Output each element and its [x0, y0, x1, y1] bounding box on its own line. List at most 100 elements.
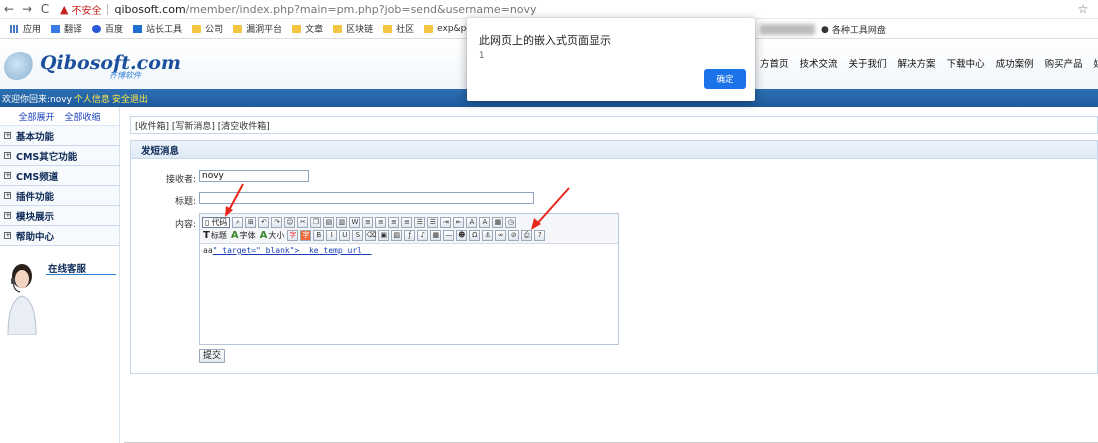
bookmark-folder-community[interactable]: 社区: [383, 22, 414, 35]
warning-icon: ▲: [60, 2, 69, 16]
nav-solutions[interactable]: 解决方案: [898, 56, 936, 70]
bookmark-apps[interactable]: 应用: [10, 22, 41, 35]
fullscreen-icon[interactable]: ⊞: [245, 217, 257, 228]
bookmark-folder-blockchain[interactable]: 区块链: [333, 22, 373, 35]
superscript-icon[interactable]: A: [479, 217, 491, 228]
media-icon[interactable]: ♪: [417, 230, 429, 241]
bookmark-webmaster[interactable]: 站长工具: [133, 22, 182, 35]
address-bar[interactable]: ▲ 不安全 qibosoft.com /member/index.php?mai…: [60, 1, 1074, 18]
emoticon-icon[interactable]: ☺: [284, 217, 296, 228]
nav-buy[interactable]: 购买产品: [1045, 56, 1083, 70]
anchor-icon[interactable]: ⚓: [482, 230, 494, 241]
editor-toolbar-row-1: ▯ 代码 ⌕ ⊞ ↶ ↷ ☺ ✂ ❐ ▤ ▥ W ≡ ≡ ≡ ≡ ☰ ☰ ⇥ ⇤ …: [202, 217, 517, 228]
indent-icon[interactable]: ⇥: [440, 217, 452, 228]
support-title: 在线客服: [48, 264, 87, 275]
bookmark-folder-articles[interactable]: 文章: [292, 22, 323, 35]
rich-text-editor: ▯ 代码 ⌕ ⊞ ↶ ↷ ☺ ✂ ❐ ▤ ▥ W ≡ ≡ ≡ ≡ ☰ ☰ ⇥ ⇤ …: [199, 213, 619, 345]
font-icon: A: [230, 230, 239, 241]
editor-content[interactable]: aa" target="_blank">__ke_temp_url__: [200, 244, 618, 257]
support-agent-avatar[interactable]: [4, 260, 40, 335]
folder-icon: [233, 24, 243, 33]
link-icon[interactable]: ∞: [495, 230, 507, 241]
paste-icon[interactable]: ▤: [323, 217, 335, 228]
remove-format-icon[interactable]: ⌫: [365, 230, 377, 241]
site-logo-subtitle: 齐博软件: [109, 71, 141, 80]
bookmark-folder-vuln[interactable]: 漏洞平台: [233, 22, 282, 35]
hr-icon[interactable]: —: [443, 230, 455, 241]
bookmark-translate[interactable]: 翻译: [51, 22, 82, 35]
sidebar-item-help[interactable]: + 帮助中心: [0, 226, 119, 246]
translate-icon: [51, 24, 61, 33]
bookmark-tools-drive[interactable]: ● 各种工具网盘: [821, 23, 886, 37]
code-button[interactable]: ▯ 代码: [202, 217, 231, 228]
recipient-input[interactable]: novy: [199, 170, 309, 182]
sidebar-item-modules[interactable]: + 模块展示: [0, 206, 119, 226]
align-right-icon[interactable]: ≡: [388, 217, 400, 228]
sidebar-item-cms-channel[interactable]: + CMS频道: [0, 166, 119, 186]
unordered-list-icon[interactable]: ☰: [427, 217, 439, 228]
expand-all-link[interactable]: 全部展开: [18, 110, 54, 123]
time-icon[interactable]: ◷: [505, 217, 517, 228]
editor-link-text: " target="_blank">__ke_temp_url__: [212, 246, 372, 255]
top-nav: 方首页 技术交流 关于我们 解决方案 下载中心 成功案例 购买产品 媒体: [760, 56, 1098, 70]
italic-icon[interactable]: I: [326, 230, 338, 241]
preview-icon[interactable]: ⌕: [232, 217, 244, 228]
select-all-icon[interactable]: ▣: [378, 230, 390, 241]
flash-icon[interactable]: ƒ: [404, 230, 416, 241]
nav-media[interactable]: 媒体: [1094, 56, 1098, 70]
align-center-icon[interactable]: ≡: [375, 217, 387, 228]
sidebar-item-cms-other[interactable]: + CMS其它功能: [0, 146, 119, 166]
reload-icon[interactable]: C: [36, 0, 54, 18]
subscript-icon[interactable]: A: [466, 217, 478, 228]
sidebar-item-basic[interactable]: + 基本功能: [0, 126, 119, 146]
font-button[interactable]: A 字体: [230, 230, 257, 241]
align-justify-icon[interactable]: ≡: [401, 217, 413, 228]
strikethrough-icon[interactable]: S: [352, 230, 364, 241]
underline-icon[interactable]: U: [339, 230, 351, 241]
github-icon: ●: [821, 24, 829, 35]
size-button[interactable]: A 大小: [259, 230, 286, 241]
blurred-bookmark: [760, 24, 815, 35]
ordered-list-icon[interactable]: ☰: [414, 217, 426, 228]
sidebar-item-plugins[interactable]: + 插件功能: [0, 186, 119, 206]
nav-home[interactable]: 方首页: [760, 56, 789, 70]
image-icon[interactable]: ▨: [391, 230, 403, 241]
text-color-icon[interactable]: 字: [287, 230, 299, 241]
emoji-icon[interactable]: ☻: [456, 230, 468, 241]
nav-cases[interactable]: 成功案例: [996, 56, 1034, 70]
cut-icon[interactable]: ✂: [297, 217, 309, 228]
table-icon[interactable]: ▦: [430, 230, 442, 241]
back-icon[interactable]: ←: [0, 0, 18, 18]
logout-link[interactable]: 安全退出: [112, 92, 148, 105]
title-button[interactable]: T 标题: [202, 230, 228, 241]
bold-icon[interactable]: B: [313, 230, 325, 241]
outdent-icon[interactable]: ⇤: [453, 217, 465, 228]
paste-text-icon[interactable]: ▥: [336, 217, 348, 228]
dialog-ok-button[interactable]: 确定: [704, 69, 746, 89]
nav-download[interactable]: 下载中心: [947, 56, 985, 70]
webmaster-tool-icon: [133, 24, 143, 33]
nav-tech[interactable]: 技术交流: [800, 56, 838, 70]
paste-word-icon[interactable]: W: [349, 217, 361, 228]
forward-icon[interactable]: →: [18, 0, 36, 18]
collapse-all-link[interactable]: 全部收缩: [65, 110, 101, 123]
online-support: 在线客服: [0, 255, 119, 335]
plus-icon: +: [4, 131, 11, 139]
align-left-icon[interactable]: ≡: [362, 217, 374, 228]
bookmark-folder-company[interactable]: 公司: [192, 22, 223, 35]
date-icon[interactable]: ▦: [492, 217, 504, 228]
bg-color-icon[interactable]: 字: [300, 230, 312, 241]
profile-link[interactable]: 个人信息: [74, 92, 110, 105]
bookmark-baidu[interactable]: 百度: [92, 22, 123, 35]
bookmark-star-icon[interactable]: ☆: [1074, 2, 1092, 16]
submit-button[interactable]: 提交: [199, 349, 226, 363]
unlink-icon[interactable]: ⊘: [508, 230, 520, 241]
message-tabs-links[interactable]: [收件箱] [写新消息] [清空收件箱]: [135, 119, 270, 132]
plus-icon: +: [4, 151, 11, 159]
subject-input[interactable]: [199, 192, 534, 204]
redo-icon[interactable]: ↷: [271, 217, 283, 228]
undo-icon[interactable]: ↶: [258, 217, 270, 228]
nav-about[interactable]: 关于我们: [849, 56, 887, 70]
copy-icon[interactable]: ❐: [310, 217, 322, 228]
special-char-icon[interactable]: Ω: [469, 230, 481, 241]
